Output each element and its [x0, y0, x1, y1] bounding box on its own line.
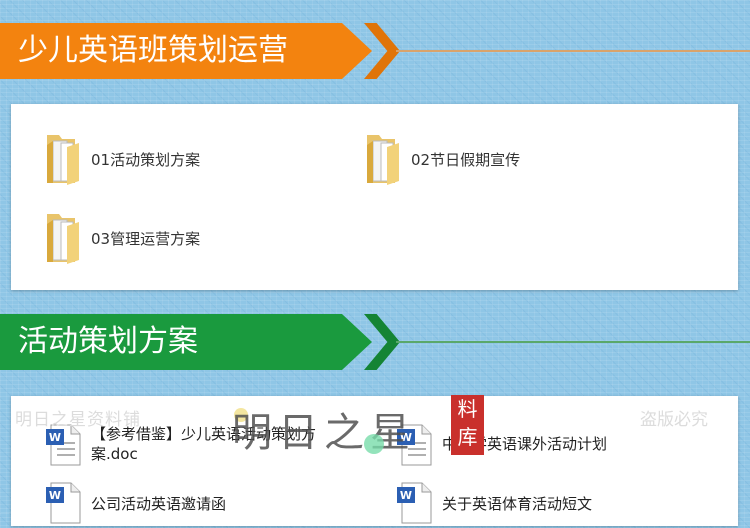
document-item[interactable]: W 公司活动英语邀请函	[45, 482, 341, 524]
watermark-text-left: 明日之星资料铺	[15, 410, 141, 430]
document-label: 公司活动英语邀请函	[91, 495, 227, 513]
word-document-icon: W	[45, 482, 81, 524]
folder-item-holiday-promo[interactable]: 02节日假期宣传	[365, 131, 520, 187]
document-label: 关于英语体育活动短文	[442, 495, 593, 513]
folder-label: 02节日假期宣传	[411, 150, 521, 169]
section-title: 少儿英语班策划运营	[18, 33, 288, 68]
svg-text:W: W	[49, 431, 61, 444]
document-item[interactable]: W 中小学英语课外活动计划	[396, 424, 692, 466]
svg-text:W: W	[49, 489, 61, 502]
banner-line	[396, 50, 750, 52]
folder-icon	[45, 210, 83, 266]
section-title: 活动策划方案	[18, 324, 198, 359]
watermark-logo-dot	[364, 434, 384, 454]
folder-item-management[interactable]: 03管理运营方案	[45, 210, 200, 266]
folder-icon	[365, 131, 403, 187]
word-document-icon: W	[45, 424, 81, 466]
folder-label: 01活动策划方案	[91, 150, 201, 169]
section-banner-1: 少儿英语班策划运营	[0, 23, 750, 79]
word-document-icon: W	[396, 482, 432, 524]
document-item[interactable]: W 关于英语体育活动短文	[396, 482, 692, 524]
section-banner-2: 活动策划方案	[0, 314, 750, 370]
watermark-seal: 料 库	[451, 395, 484, 455]
folder-item-activity-plans[interactable]: 01活动策划方案	[45, 131, 200, 187]
watermark-logo: 明日之星	[232, 410, 416, 456]
watermark-text-right: 盗版必究	[640, 410, 708, 430]
svg-text:W: W	[400, 489, 412, 502]
folder-panel: 01活动策划方案 02节日假期宣传 03管理运营方案	[11, 104, 738, 290]
folder-label: 03管理运营方案	[91, 229, 201, 248]
folder-icon	[45, 131, 83, 187]
banner-line	[396, 341, 750, 343]
